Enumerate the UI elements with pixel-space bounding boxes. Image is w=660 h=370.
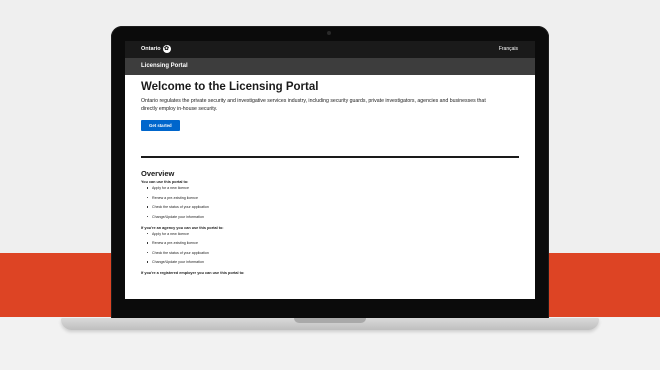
list-item: Apply for a new licence — [141, 186, 519, 190]
ontario-logo-link[interactable]: Ontario ✿ — [141, 45, 171, 53]
language-toggle-link[interactable]: Français — [499, 46, 518, 52]
group-title: If you're a registered employer you can … — [141, 271, 245, 275]
list-item: Check the status of your application — [141, 205, 519, 209]
list-item: Apply for a new licence — [141, 232, 519, 236]
portal-title[interactable]: Licensing Portal — [141, 63, 188, 69]
list-item: Renew a pre-existing licence — [141, 196, 519, 200]
overview-heading: Overview — [141, 169, 175, 178]
list-item: Change/Update your information — [141, 260, 519, 264]
list-item: Change/Update your information — [141, 215, 519, 219]
site-topbar: Ontario ✿ Français — [125, 41, 535, 58]
get-started-button[interactable]: Get started — [141, 120, 180, 131]
list-item: Renew a pre-existing licence — [141, 241, 519, 245]
trillium-logo-icon: ✿ — [162, 45, 171, 53]
laptop-notch — [294, 318, 366, 323]
camera-icon — [327, 31, 331, 35]
brand-label: Ontario — [141, 46, 161, 52]
laptop-screen: Ontario ✿ Français Licensing Portal Welc… — [125, 41, 535, 299]
portal-bar: Licensing Portal — [125, 58, 535, 75]
group-title: If you're an agency you can use this por… — [141, 225, 224, 230]
group-list: Apply for a new licence Renew a pre-exis… — [141, 232, 519, 264]
main-content: Welcome to the Licensing Portal Ontario … — [141, 81, 519, 132]
page-title: Welcome to the Licensing Portal — [141, 81, 319, 93]
list-item: Check the status of your application — [141, 251, 519, 255]
overview-section: Overview You can use this portal to: App… — [141, 169, 519, 275]
section-divider — [141, 156, 519, 158]
group-title: You can use this portal to: — [141, 180, 189, 184]
laptop-base — [61, 318, 599, 330]
intro-text: Ontario regulates the private security a… — [141, 98, 486, 112]
group-list: Apply for a new licence Renew a pre-exis… — [141, 186, 519, 219]
